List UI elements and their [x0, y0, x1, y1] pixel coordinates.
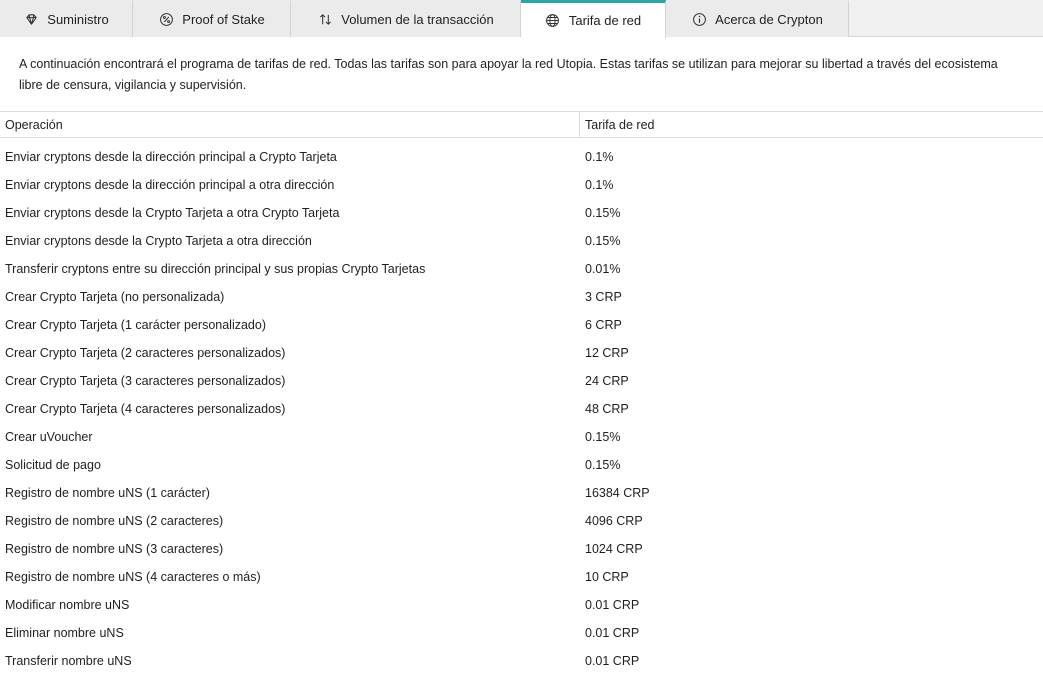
table-row[interactable]: Registro de nombre uNS (4 caracteres o m… — [0, 563, 1043, 591]
tab-label: Suministro — [47, 12, 109, 27]
operation-cell: Registro de nombre uNS (3 caracteres) — [5, 542, 224, 556]
table-row[interactable]: Registro de nombre uNS (3 caracteres) 102… — [0, 535, 1043, 563]
operation-cell: Enviar cryptons desde la dirección princ… — [5, 178, 335, 192]
column-header-operation[interactable]: Operación — [5, 112, 63, 137]
fee-cell: 0.1% — [585, 178, 614, 192]
operation-cell: Crear Crypto Tarjeta (3 caracteres perso… — [5, 374, 286, 388]
intro-text: A continuación encontrará el programa de… — [19, 57, 998, 92]
operation-cell: Transferir cryptons entre su dirección p… — [5, 262, 426, 276]
table-row[interactable]: Registro de nombre uNS (1 carácter) 16384… — [0, 479, 1043, 507]
operation-cell: Eliminar nombre uNS — [5, 626, 124, 640]
tab-tarifa-de-red[interactable]: Tarifa de red — [521, 0, 666, 38]
table-row[interactable]: Modificar nombre uNS 0.01 CRP — [0, 591, 1043, 619]
sort-arrows-icon — [317, 12, 333, 28]
table-row[interactable]: Enviar cryptons desde la Crypto Tarjeta … — [0, 227, 1043, 255]
operation-cell: Crear Crypto Tarjeta (1 carácter persona… — [5, 318, 266, 332]
table-row[interactable]: Crear Crypto Tarjeta (1 carácter persona… — [0, 311, 1043, 339]
table-row[interactable]: Registro de nombre uNS (2 caracteres) 409… — [0, 507, 1043, 535]
operation-cell: Modificar nombre uNS — [5, 598, 130, 612]
fee-cell: 0.15% — [585, 206, 621, 220]
fee-cell: 10 CRP — [585, 570, 629, 584]
fee-cell: 12 CRP — [585, 346, 629, 360]
tab-suministro[interactable]: Suministro — [0, 0, 133, 37]
globe-icon — [545, 13, 561, 29]
operation-cell: Crear Crypto Tarjeta (4 caracteres perso… — [5, 402, 286, 416]
tab-label: Proof of Stake — [182, 12, 265, 27]
tab-label: Volumen de la transacción — [341, 12, 494, 27]
fee-cell: 0.01% — [585, 262, 621, 276]
operation-cell: Registro de nombre uNS (1 carácter) — [5, 486, 210, 500]
tab-proof-of-stake[interactable]: Proof of Stake — [133, 0, 291, 37]
table-row[interactable]: Crear Crypto Tarjeta (4 caracteres perso… — [0, 395, 1043, 423]
fee-cell: 0.15% — [585, 430, 621, 444]
operation-cell: Registro de nombre uNS (4 caracteres o m… — [5, 570, 261, 584]
tab-label: Tarifa de red — [568, 13, 642, 28]
fee-cell: 0.01 CRP — [585, 626, 640, 640]
percent-icon — [158, 12, 174, 28]
operation-cell: Enviar cryptons desde la Crypto Tarjeta … — [5, 206, 340, 220]
column-header-fee[interactable]: Tarifa de red — [585, 112, 654, 137]
tab-label: Acerca de Crypton — [715, 12, 823, 27]
table-row[interactable]: Transferir cryptons entre su dirección p… — [0, 255, 1043, 283]
operation-cell: Crear uVoucher — [5, 430, 93, 444]
fee-cell: 1024 CRP — [585, 542, 643, 556]
tab-acerca-de-crypton[interactable]: Acerca de Crypton — [666, 0, 849, 37]
operation-cell: Transferir nombre uNS — [5, 654, 132, 668]
table-row[interactable]: Crear Crypto Tarjeta (no personalizada) 3… — [0, 283, 1043, 311]
table-row[interactable]: Transferir nombre uNS 0.01 CRP — [0, 647, 1043, 675]
fee-cell: 4096 CRP — [585, 514, 643, 528]
fee-cell: 24 CRP — [585, 374, 629, 388]
info-icon — [691, 12, 707, 28]
operation-cell: Crear Crypto Tarjeta (no personalizada) — [5, 290, 225, 304]
tab-volumen-transaccion[interactable]: Volumen de la transacción — [291, 0, 521, 37]
fee-cell: 6 CRP — [585, 318, 622, 332]
fee-table-body: Enviar cryptons desde la dirección princ… — [0, 143, 1043, 675]
table-header: Operación Tarifa de red — [0, 112, 1043, 138]
fee-cell: 0.1% — [585, 150, 614, 164]
table-row[interactable]: Crear Crypto Tarjeta (3 caracteres perso… — [0, 367, 1043, 395]
operation-cell: Crear Crypto Tarjeta (2 caracteres perso… — [5, 346, 286, 360]
table-row[interactable]: Crear uVoucher 0.15% — [0, 423, 1043, 451]
fee-cell: 0.01 CRP — [585, 598, 640, 612]
table-row[interactable]: Enviar cryptons desde la Crypto Tarjeta … — [0, 199, 1043, 227]
fee-cell: 0.15% — [585, 234, 621, 248]
fee-cell: 0.15% — [585, 458, 621, 472]
operation-cell: Solicitud de pago — [5, 458, 101, 472]
operation-cell: Enviar cryptons desde la dirección princ… — [5, 150, 337, 164]
table-row[interactable]: Enviar cryptons desde la dirección princ… — [0, 143, 1043, 171]
fee-cell: 3 CRP — [585, 290, 622, 304]
table-row[interactable]: Enviar cryptons desde la dirección princ… — [0, 171, 1043, 199]
fee-cell: 16384 CRP — [585, 486, 650, 500]
tab-bar: Suministro Proof of Stake Volumen de la … — [0, 0, 1043, 38]
table-row[interactable]: Crear Crypto Tarjeta (2 caracteres perso… — [0, 339, 1043, 367]
fee-cell: 0.01 CRP — [585, 654, 640, 668]
operation-cell: Registro de nombre uNS (2 caracteres) — [5, 514, 224, 528]
diamond-icon — [23, 12, 39, 28]
column-separator[interactable] — [579, 112, 580, 137]
operation-cell: Enviar cryptons desde la Crypto Tarjeta … — [5, 234, 312, 248]
table-row[interactable]: Solicitud de pago 0.15% — [0, 451, 1043, 479]
table-row[interactable]: Eliminar nombre uNS 0.01 CRP — [0, 619, 1043, 647]
fee-cell: 48 CRP — [585, 402, 629, 416]
